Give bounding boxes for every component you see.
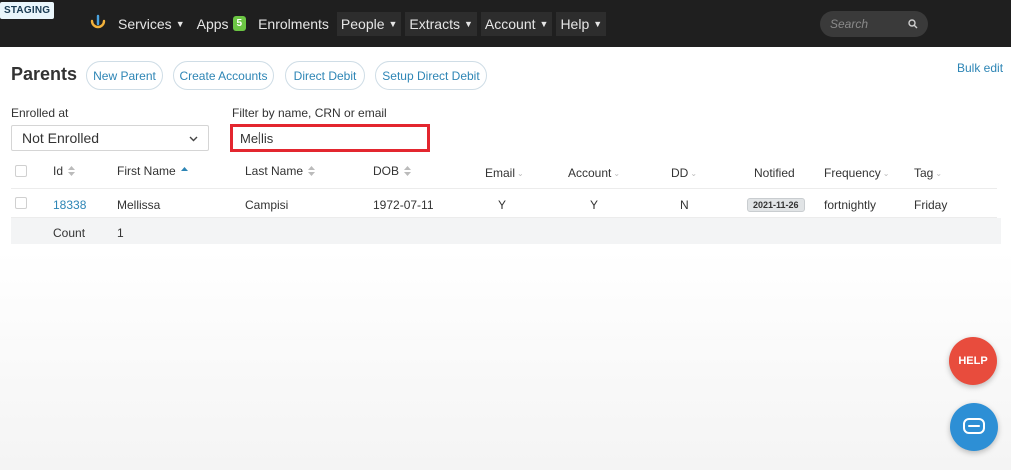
create-accounts-button[interactable]: Create Accounts <box>173 61 274 90</box>
nav-apps-label: Apps <box>196 15 229 32</box>
apps-count-badge: 5 <box>232 16 247 31</box>
row-dob: 1972-07-11 <box>373 198 434 212</box>
nav-enrolments-label: Enrolments <box>258 15 329 32</box>
row-first-name: Mellissa <box>117 198 161 212</box>
row-last-name: Campisi <box>245 198 289 212</box>
search-box[interactable] <box>820 11 928 37</box>
col-last-name[interactable]: Last Name <box>245 164 316 178</box>
row-account: Y <box>590 198 599 212</box>
col-dd[interactable]: DD ⌄ <box>671 166 697 180</box>
nav-apps[interactable]: Apps 5 <box>196 12 247 36</box>
filter-caret-icon: ⌄ <box>935 168 943 178</box>
count-value: 1 <box>117 226 124 240</box>
nav-extracts[interactable]: Extracts ▼ <box>405 11 477 36</box>
col-tag[interactable]: Tag ⌄ <box>914 166 942 180</box>
count-row <box>11 218 1001 244</box>
chevron-down-icon <box>189 136 198 141</box>
col-last-name-label: Last Name <box>245 164 304 178</box>
enrolled-at-value: Not Enrolled <box>22 130 100 146</box>
top-nav-bar: STAGING Services ▼ Apps 5 Enrolments Peo… <box>0 0 1011 47</box>
col-email[interactable]: Email ⌄ <box>485 166 524 180</box>
row-id-link[interactable]: 18338 <box>53 198 86 212</box>
nav-services-label: Services <box>118 15 172 32</box>
filter-caret-icon: ⌄ <box>882 168 890 178</box>
row-dd: N <box>680 198 689 212</box>
notified-date-badge: 2021-11-26 <box>747 198 805 212</box>
filter-input[interactable]: Mell is <box>230 124 430 152</box>
direct-debit-button[interactable]: Direct Debit <box>285 61 365 90</box>
nav-people-label: People <box>340 15 385 32</box>
row-tag: Friday <box>914 198 948 212</box>
nav-services[interactable]: Services ▼ <box>118 12 185 36</box>
caret-down-icon: ▼ <box>388 18 398 29</box>
filter-text-part-a: Mell <box>240 130 264 146</box>
col-dob-label: DOB <box>373 164 400 178</box>
caret-down-icon: ▼ <box>539 18 549 29</box>
header-divider <box>11 188 997 189</box>
chat-icon <box>963 418 985 434</box>
col-account-label: Account <box>568 166 612 180</box>
search-input[interactable] <box>830 17 900 31</box>
setup-direct-debit-button[interactable]: Setup Direct Debit <box>375 61 487 90</box>
sort-ascending-icon <box>180 167 188 171</box>
nav-account[interactable]: Account ▼ <box>480 11 553 36</box>
col-id[interactable]: Id <box>53 164 76 178</box>
filter-text-part-b: is <box>263 130 274 146</box>
help-button[interactable]: HELP <box>949 337 997 385</box>
nav-extracts-label: Extracts <box>409 15 460 32</box>
row-checkbox[interactable] <box>15 197 27 209</box>
enrolled-at-select[interactable]: Not Enrolled <box>11 125 209 151</box>
main-nav: Services ▼ Apps 5 Enrolments People ▼ Ex… <box>118 0 614 47</box>
filter-caret-icon: ⌄ <box>613 168 621 178</box>
col-notified-label: Notified <box>754 166 795 180</box>
col-dob[interactable]: DOB <box>373 164 412 178</box>
col-notified[interactable]: Notified <box>754 166 795 180</box>
row-email: Y <box>498 198 507 212</box>
select-all-checkbox[interactable] <box>15 165 27 177</box>
caret-down-icon: ▼ <box>593 18 603 29</box>
caret-down-icon: ▼ <box>464 18 473 29</box>
page-title: Parents <box>11 64 78 84</box>
col-frequency-label: Frequency <box>824 166 881 180</box>
filter-label: Filter by name, CRN or email <box>232 106 387 120</box>
bulk-edit-link[interactable]: Bulk edit <box>957 61 1003 75</box>
filter-caret-icon: ⌄ <box>517 168 524 178</box>
col-first-name-label: First Name <box>117 164 176 178</box>
nav-help-label: Help <box>560 15 590 32</box>
search-icon[interactable] <box>908 19 918 29</box>
nav-enrolments[interactable]: Enrolments <box>258 12 329 36</box>
sort-icon <box>404 166 412 176</box>
text-cursor <box>258 132 260 144</box>
sort-icon <box>308 166 316 176</box>
sort-icon <box>68 166 76 176</box>
col-account[interactable]: Account ⌄ <box>568 166 620 180</box>
nav-account-label: Account <box>484 15 536 32</box>
col-dd-label: DD <box>671 166 689 180</box>
col-email-label: Email <box>485 166 516 180</box>
caret-down-icon: ▼ <box>175 18 185 29</box>
col-frequency[interactable]: Frequency ⌄ <box>824 166 889 180</box>
col-id-label: Id <box>53 164 64 178</box>
chat-button[interactable] <box>950 403 998 451</box>
filter-caret-icon: ⌄ <box>690 168 698 178</box>
col-first-name[interactable]: First Name <box>117 164 188 178</box>
new-parent-button[interactable]: New Parent <box>86 61 163 90</box>
nav-people[interactable]: People ▼ <box>336 11 402 36</box>
staging-badge: STAGING <box>0 2 55 19</box>
row-frequency: fortnightly <box>824 198 877 212</box>
col-tag-label: Tag <box>914 166 934 180</box>
count-label: Count <box>53 226 86 240</box>
nav-help[interactable]: Help ▼ <box>556 11 607 36</box>
enrolled-at-label: Enrolled at <box>11 106 69 120</box>
page-background <box>0 250 1011 470</box>
brand-logo-icon[interactable] <box>88 13 108 33</box>
